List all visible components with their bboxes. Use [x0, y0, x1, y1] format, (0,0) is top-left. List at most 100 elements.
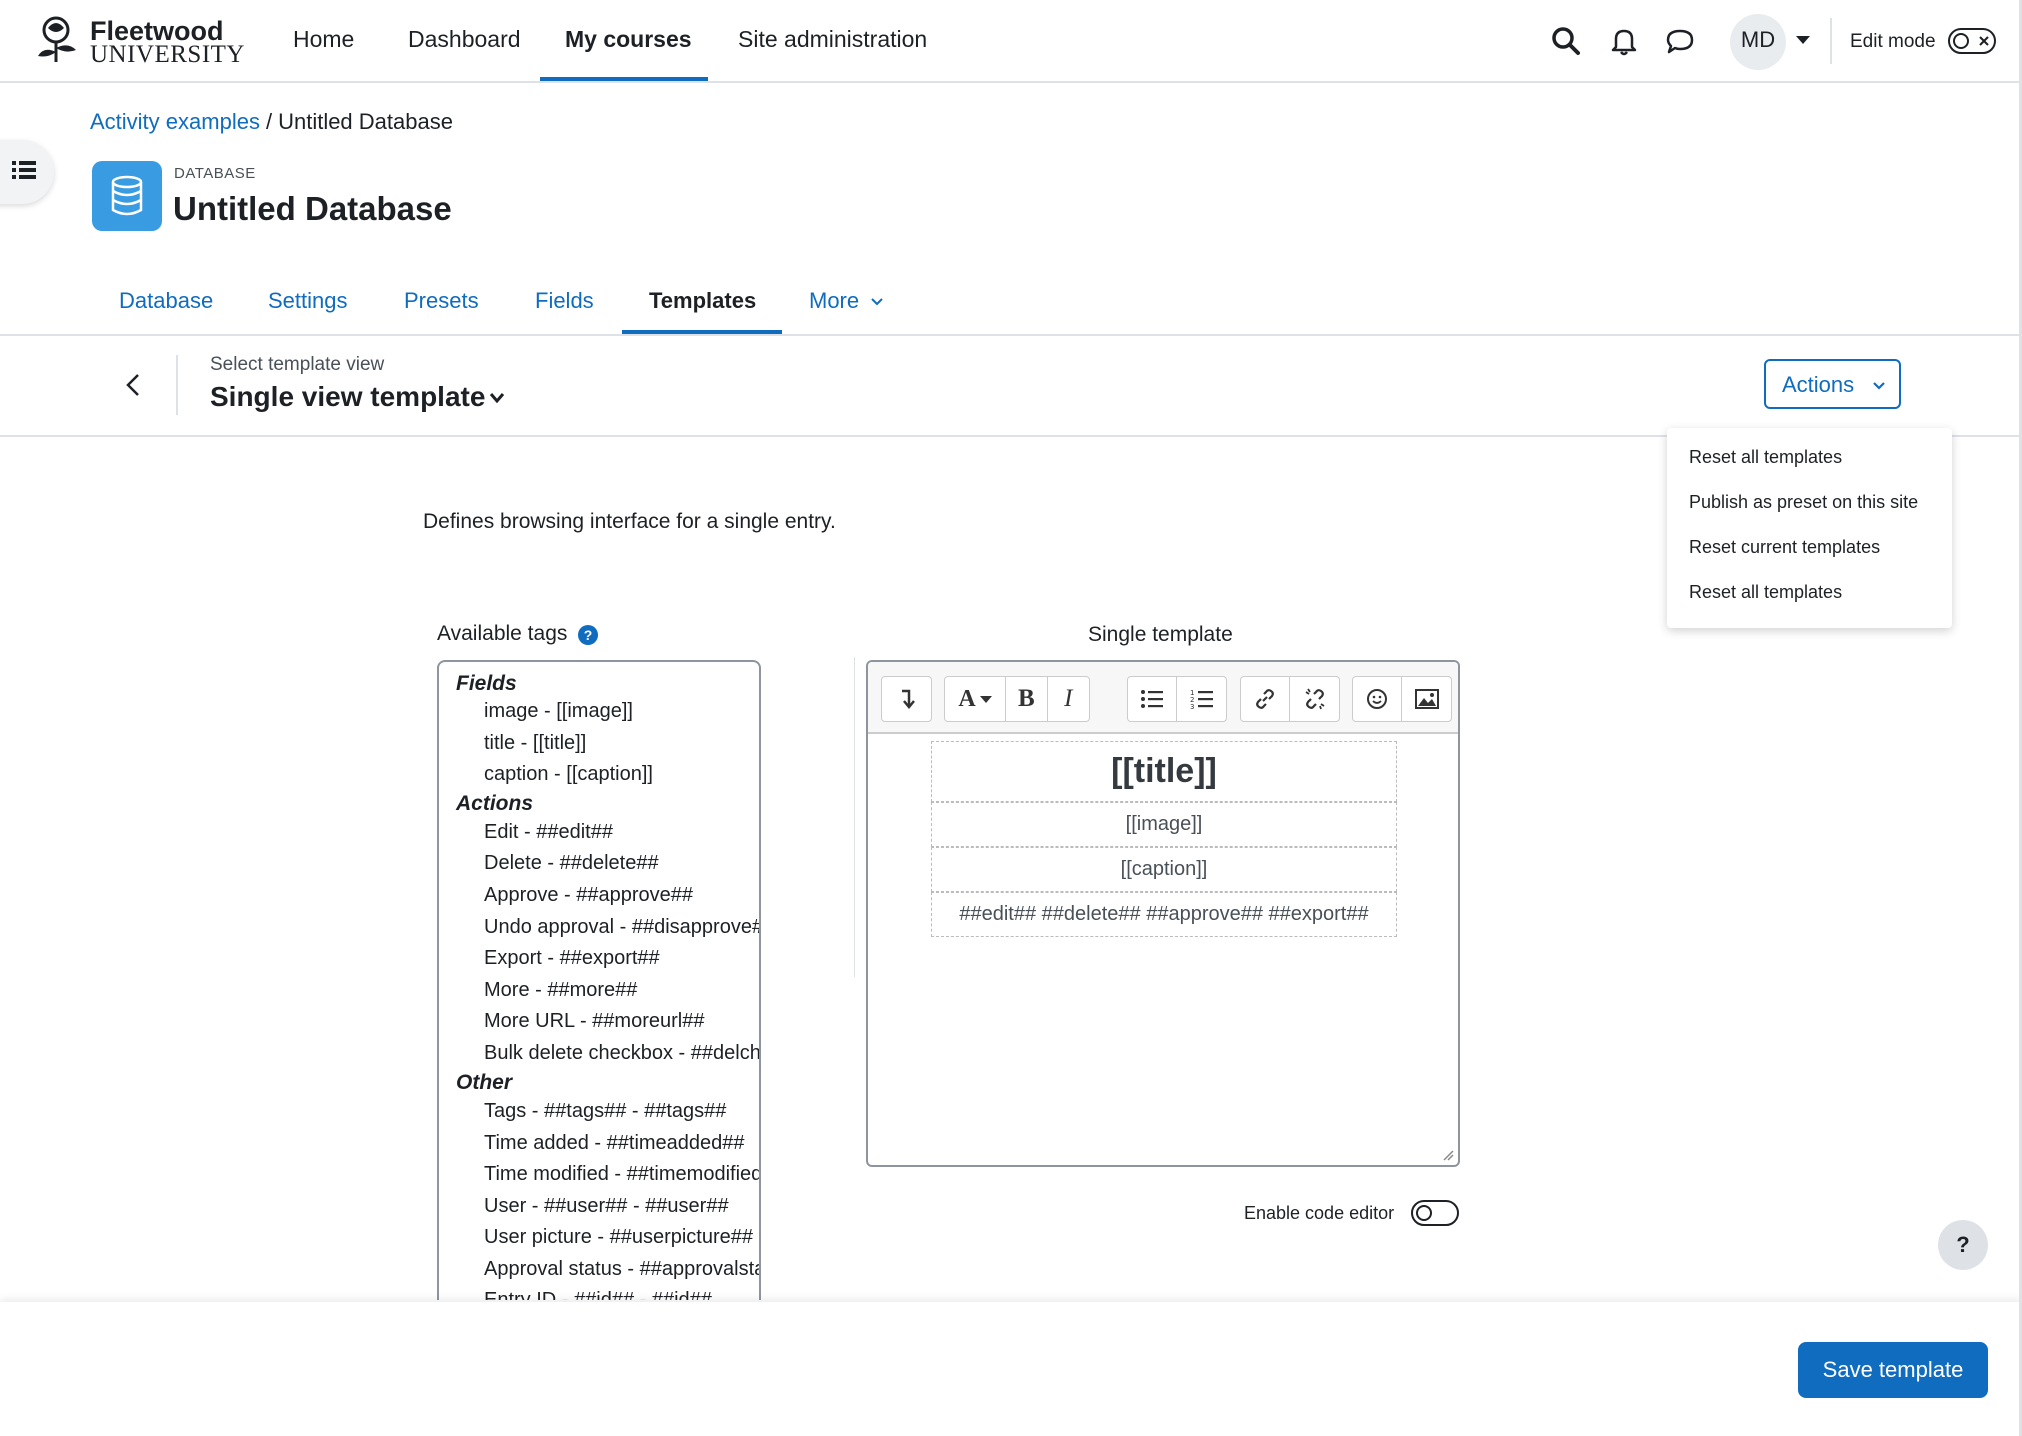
template-content-table: [[title]] [[image]] [[caption]] ##edit##… [931, 741, 1397, 937]
svg-text:3: 3 [1190, 703, 1194, 710]
help-button[interactable]: ? [1938, 1220, 1988, 1270]
code-editor-toggle[interactable] [1411, 1200, 1459, 1226]
editor-toolbar: A B I 123 [868, 662, 1458, 734]
resize-handle-icon[interactable] [1442, 1149, 1454, 1161]
menu-item-reset-all-templates[interactable]: Reset all templates [1689, 447, 1842, 468]
search-icon[interactable] [1550, 25, 1582, 57]
tag-item[interactable]: Tags - ##tags## - ##tags## [484, 1100, 726, 1123]
toolbar-group-lists: 123 [1127, 676, 1227, 722]
available-tags-label: Available tags [437, 622, 568, 645]
template-description: Defines browsing interface for a single … [423, 510, 836, 533]
tag-item[interactable]: caption - [[caption]] [484, 763, 653, 786]
tag-item[interactable]: More URL - ##moreurl## [484, 1010, 704, 1033]
tag-item[interactable]: title - [[title]] [484, 732, 586, 755]
link-icon[interactable] [1241, 677, 1290, 721]
toggle-off-x-icon [1979, 36, 1989, 46]
nav-home[interactable]: Home [293, 26, 354, 53]
tab-more[interactable]: More [809, 288, 883, 314]
site-logo[interactable]: Fleetwood UNIVERSITY [32, 14, 245, 68]
navbar-divider [1830, 18, 1832, 64]
toolbar-group-text: A B I [944, 676, 1090, 722]
database-module-icon [92, 161, 162, 231]
rose-logo-icon [38, 16, 76, 62]
bold-icon[interactable]: B [1006, 677, 1048, 721]
enable-code-editor-label: Enable code editor [1244, 1203, 1395, 1223]
tag-item[interactable]: Time modified - ##timemodified## [484, 1163, 759, 1186]
active-tab-indicator [622, 330, 782, 334]
collapse-icon[interactable] [882, 677, 931, 721]
toolbar-group-media [1352, 676, 1452, 722]
tag-item[interactable]: Entry ID - ##id## - ##id## [484, 1289, 712, 1300]
toggle-knob [1416, 1205, 1432, 1221]
tag-item[interactable]: image - [[image]] [484, 700, 633, 723]
breadcrumb: Activity examples / Untitled Database [90, 109, 453, 135]
user-menu-chevron-down-icon[interactable] [1796, 36, 1810, 44]
chevron-left-icon[interactable] [122, 371, 146, 399]
toolbar-group-collapse [881, 676, 932, 722]
tag-item[interactable]: User - ##user## - ##user## [484, 1195, 729, 1218]
tab-templates[interactable]: Templates [649, 288, 756, 314]
secondary-navigation: Database Settings Presets Fields Templat… [0, 288, 2022, 336]
template-view-caption: Select template view [210, 354, 385, 375]
tag-item[interactable]: Bulk delete checkbox - ##delcheck## [484, 1042, 759, 1065]
chevron-down-icon[interactable] [488, 391, 506, 405]
tag-item[interactable]: Approval status - ##approvalstatus## [484, 1258, 759, 1281]
menu-item-publish-preset[interactable]: Publish as preset on this site [1689, 492, 1918, 513]
column-separator [854, 657, 855, 977]
single-template-label: Single template [1088, 623, 1233, 646]
template-editor[interactable]: A B I 123 [[title]] [[image]] [[caption]… [866, 660, 1460, 1167]
tags-heading-fields: Fields [456, 672, 517, 695]
unlink-icon[interactable] [1290, 677, 1339, 721]
template-actions-cell[interactable]: ##edit## ##delete## ##approve## ##export… [931, 892, 1397, 937]
chevron-down-icon [871, 298, 883, 306]
tab-settings[interactable]: Settings [268, 288, 348, 314]
actions-button-label: Actions [1782, 372, 1855, 397]
image-icon[interactable] [1402, 677, 1451, 721]
selector-divider [176, 355, 178, 415]
save-template-button[interactable]: Save template [1798, 1342, 1988, 1398]
unordered-list-icon[interactable] [1128, 677, 1177, 721]
top-navbar: Fleetwood UNIVERSITY Home Dashboard My c… [0, 0, 2022, 83]
database-icon [111, 175, 143, 216]
menu-item-reset-all-templates-2[interactable]: Reset all templates [1689, 582, 1842, 603]
tag-item[interactable]: Undo approval - ##disapprove## [484, 916, 759, 939]
nav-dashboard[interactable]: Dashboard [408, 26, 521, 53]
template-view-selector[interactable]: Single view template [210, 381, 485, 413]
tag-item[interactable]: Edit - ##edit## [484, 821, 613, 844]
template-selector-bar: Select template view Single view templat… [0, 335, 2022, 437]
tag-item[interactable]: User picture - ##userpicture## [484, 1226, 753, 1249]
tab-database[interactable]: Database [119, 288, 213, 314]
course-index-toggle[interactable] [0, 140, 54, 204]
messages-icon[interactable] [1664, 25, 1696, 57]
tab-presets[interactable]: Presets [404, 288, 479, 314]
help-question-icon[interactable]: ? [578, 625, 598, 645]
tag-item[interactable]: More - ##more## [484, 979, 637, 1002]
tag-item[interactable]: Approve - ##approve## [484, 884, 693, 907]
tag-item[interactable]: Export - ##export## [484, 947, 660, 970]
tag-item[interactable]: Time added - ##timeadded## [484, 1132, 745, 1155]
edit-mode-toggle[interactable] [1948, 28, 1996, 54]
actions-button[interactable]: Actions [1764, 359, 1901, 409]
breadcrumb-current: Untitled Database [278, 109, 453, 134]
nav-my-courses[interactable]: My courses [565, 26, 692, 53]
available-tags-list[interactable]: Fields image - [[image]] title - [[title… [437, 660, 761, 1300]
breadcrumb-separator: / [265, 109, 273, 134]
template-title-cell[interactable]: [[title]] [931, 741, 1397, 802]
breadcrumb-parent-link[interactable]: Activity examples [90, 109, 260, 134]
toggle-knob [1953, 33, 1969, 49]
ordered-list-icon[interactable]: 123 [1177, 677, 1226, 721]
tab-fields[interactable]: Fields [535, 288, 594, 314]
template-caption-cell[interactable]: [[caption]] [931, 847, 1397, 892]
page-title: Untitled Database [173, 190, 452, 227]
font-style-icon[interactable]: A [945, 677, 1007, 721]
emoji-icon[interactable] [1353, 677, 1402, 721]
bell-icon[interactable] [1608, 25, 1640, 57]
tag-item[interactable]: Delete - ##delete## [484, 852, 659, 875]
template-image-cell[interactable]: [[image]] [931, 802, 1397, 847]
user-avatar[interactable]: MD [1730, 14, 1786, 70]
actions-dropdown-menu: Reset all templates Publish as preset on… [1667, 428, 1952, 628]
nav-site-administration[interactable]: Site administration [738, 26, 927, 53]
sticky-footer: Save template [0, 1302, 2022, 1436]
menu-item-reset-current-templates[interactable]: Reset current templates [1689, 537, 1880, 558]
italic-icon[interactable]: I [1048, 677, 1089, 721]
